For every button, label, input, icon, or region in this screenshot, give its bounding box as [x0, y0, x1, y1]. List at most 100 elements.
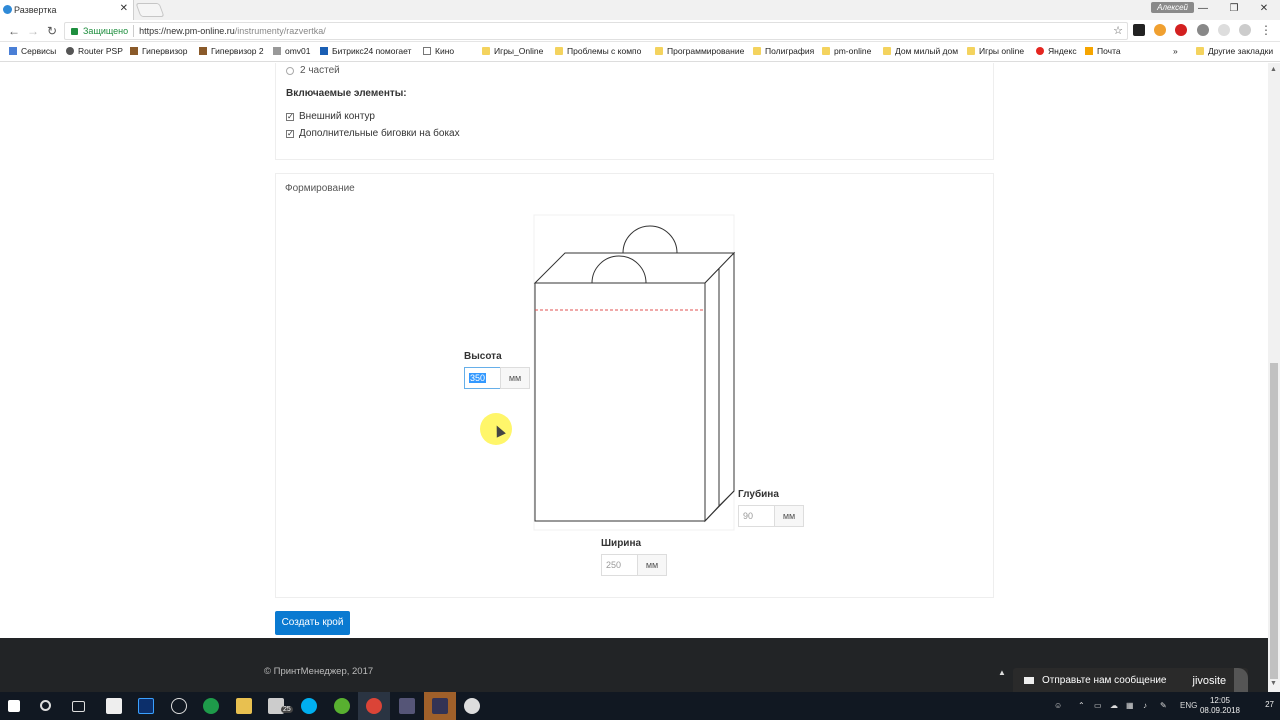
close-window-button[interactable]: ✕: [1250, 0, 1278, 20]
folder-icon: [753, 47, 761, 55]
bookmark-item[interactable]: Гипервизор: [130, 46, 187, 56]
bookmark-item[interactable]: Гипервизор 2: [199, 46, 264, 56]
bookmark-apps[interactable]: Сервисы: [9, 46, 56, 56]
mail-icon: [1085, 47, 1093, 55]
new-tab-button[interactable]: [135, 3, 165, 17]
side-creases-option[interactable]: ✓ Дополнительные биговки на боках: [286, 128, 460, 139]
utorrent-icon[interactable]: [334, 698, 350, 714]
browser-menu-icon[interactable]: ⋮: [1260, 23, 1272, 37]
reload-button[interactable]: ↻: [44, 23, 60, 39]
browser-titlebar: Развертка ✕ Алексей — ❐ ✕: [0, 0, 1280, 20]
clock[interactable]: 12:05 08.09.2018: [1200, 696, 1240, 716]
folder-icon: [822, 47, 830, 55]
height-label: Высота: [464, 351, 502, 362]
restore-button[interactable]: ❐: [1220, 0, 1248, 20]
onedrive-icon[interactable]: ☁: [1110, 701, 1118, 710]
page-content: 2 частей Включаемые элементы: ✓ Внешний …: [0, 63, 1268, 638]
bookmark-label: Полиграфия: [765, 46, 815, 56]
bookmark-folder[interactable]: Игры online: [967, 46, 1024, 56]
mail-badge: 25: [281, 706, 293, 713]
radio-button[interactable]: [286, 66, 294, 75]
extension-icon[interactable]: [1239, 24, 1251, 36]
bookmark-item[interactable]: Почта: [1085, 46, 1121, 56]
battery-icon[interactable]: ▭: [1094, 701, 1102, 710]
bookmark-folder[interactable]: Полиграфия: [753, 46, 814, 56]
tab-close-icon[interactable]: ✕: [120, 3, 128, 14]
page-scrollbar[interactable]: ▲ ▼: [1268, 63, 1280, 692]
search-icon[interactable]: [40, 700, 51, 711]
bookmark-item[interactable]: Битрикс24 помогает: [320, 46, 411, 56]
info-app-icon[interactable]: [171, 698, 187, 714]
height-unit: мм: [500, 367, 530, 389]
copyright-text: © ПринтМенеджер, 2017: [264, 666, 374, 677]
bookmark-label: pm-online: [834, 46, 872, 56]
scroll-down-icon[interactable]: ▼: [1270, 680, 1277, 687]
scroll-top-icon[interactable]: ▲: [998, 668, 1006, 677]
chrome-icon[interactable]: [366, 698, 382, 714]
address-bar[interactable]: Защищено https://new.pm-online.ru/instru…: [64, 22, 1128, 40]
outer-contour-option[interactable]: ✓ Внешний контур: [286, 111, 375, 122]
checkbox-checked[interactable]: ✓: [286, 129, 294, 138]
forward-button[interactable]: →: [25, 23, 41, 39]
windows-start-icon[interactable]: [8, 700, 20, 712]
media-app-icon[interactable]: [399, 698, 415, 714]
url-path: /instrumenty/razvertka/: [234, 26, 326, 36]
radio-parts-option[interactable]: 2 частей: [286, 65, 340, 76]
tray-expand-icon[interactable]: ⌃: [1078, 701, 1085, 710]
height-input[interactable]: 350: [464, 367, 501, 389]
skype-icon[interactable]: [301, 698, 317, 714]
bookmark-folder[interactable]: pm-online: [822, 46, 871, 56]
depth-input[interactable]: 90: [738, 505, 775, 527]
app-s-icon[interactable]: [203, 698, 219, 714]
chat-corner: [1234, 668, 1248, 693]
url-host: https://new.pm-online.ru: [139, 26, 235, 36]
task-view-icon[interactable]: [72, 701, 85, 712]
people-icon[interactable]: ☺: [1054, 701, 1062, 710]
chat-message-label: Отправьте нам сообщение: [1042, 675, 1167, 686]
bookmark-label: Яндекс: [1048, 46, 1077, 56]
pen-icon[interactable]: ✎: [1160, 701, 1167, 710]
bookmark-item[interactable]: omv01: [273, 46, 311, 56]
clock-time: 12:05: [1209, 696, 1230, 705]
profile-name[interactable]: Алексей: [1151, 2, 1194, 13]
height-value: 350: [469, 373, 487, 383]
width-input[interactable]: 250: [601, 554, 638, 576]
network-icon[interactable]: ▦: [1126, 701, 1134, 710]
extension-icon[interactable]: [1133, 24, 1145, 36]
video-app-icon[interactable]: [432, 698, 448, 714]
checkbox-checked[interactable]: ✓: [286, 112, 294, 121]
bookmark-item[interactable]: Кино: [423, 46, 454, 56]
bookmark-item[interactable]: Яндекс: [1036, 46, 1077, 56]
hypervisor-icon: [130, 47, 138, 55]
file-explorer-icon[interactable]: [236, 698, 252, 714]
language-indicator[interactable]: ENG: [1180, 701, 1197, 710]
chat-widget[interactable]: Отправьте нам сообщение jivosite: [1013, 668, 1248, 693]
calculator-icon[interactable]: [106, 698, 122, 714]
photoshop-icon[interactable]: [138, 698, 154, 714]
volume-icon[interactable]: ♪: [1143, 701, 1147, 710]
other-bookmarks[interactable]: Другие закладки: [1196, 46, 1273, 56]
bookmark-folder[interactable]: Проблемы с компо: [555, 46, 641, 56]
bookmark-folder[interactable]: Дом милый дом: [883, 46, 958, 56]
create-cut-button[interactable]: Создать крой: [275, 611, 350, 635]
checkbox-label: Дополнительные биговки на боках: [299, 128, 460, 139]
bookmark-folder[interactable]: Игры_Online: [482, 46, 543, 56]
bookmark-label: Программирование: [667, 46, 745, 56]
extension-icon[interactable]: [1218, 24, 1230, 36]
app-icon[interactable]: [464, 698, 480, 714]
scrollbar-thumb[interactable]: [1270, 363, 1278, 679]
bookmark-folder[interactable]: Программирование: [655, 46, 744, 56]
extension-icon[interactable]: [1197, 24, 1209, 36]
scroll-up-icon[interactable]: ▲: [1270, 66, 1277, 73]
back-button[interactable]: ←: [6, 23, 22, 39]
minimize-button[interactable]: —: [1189, 0, 1217, 20]
opera-icon[interactable]: [1175, 24, 1187, 36]
bookmarks-overflow-button[interactable]: »: [1173, 46, 1178, 56]
notifications-badge[interactable]: 27: [1265, 700, 1274, 709]
bookmark-item[interactable]: Router PSP: [66, 46, 123, 56]
extension-icon[interactable]: [1154, 24, 1166, 36]
bookmark-star-icon[interactable]: ☆: [1113, 24, 1123, 37]
bookmark-label: Другие закладки: [1208, 46, 1274, 56]
tab-razvertka[interactable]: Развертка ✕: [0, 0, 134, 20]
bookmark-label: Кино: [435, 46, 455, 56]
